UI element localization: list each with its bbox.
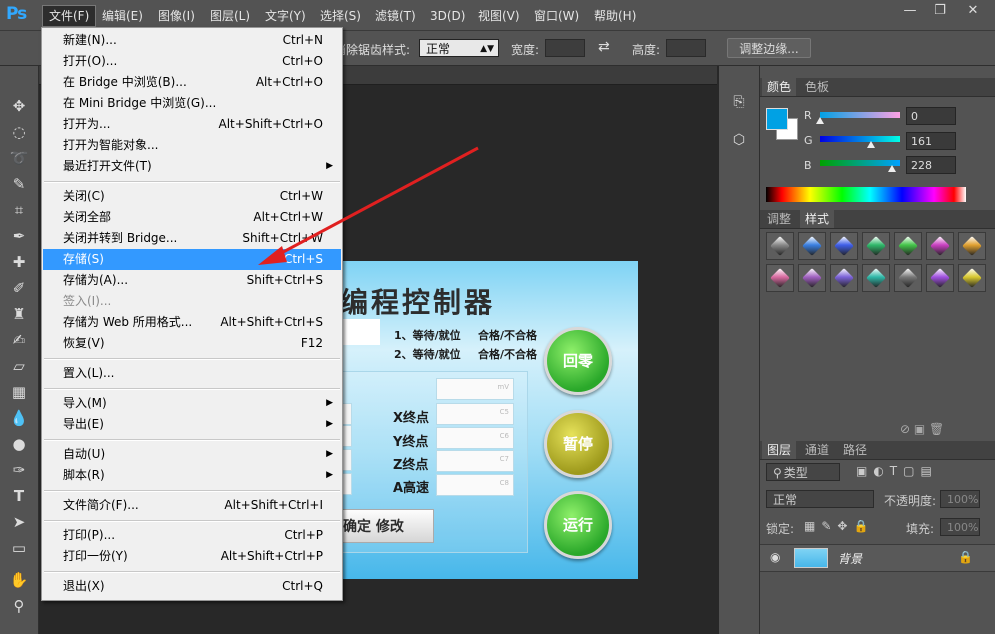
foreground-color-swatch[interactable] xyxy=(766,108,788,130)
red-arrow-annotation xyxy=(258,146,479,265)
